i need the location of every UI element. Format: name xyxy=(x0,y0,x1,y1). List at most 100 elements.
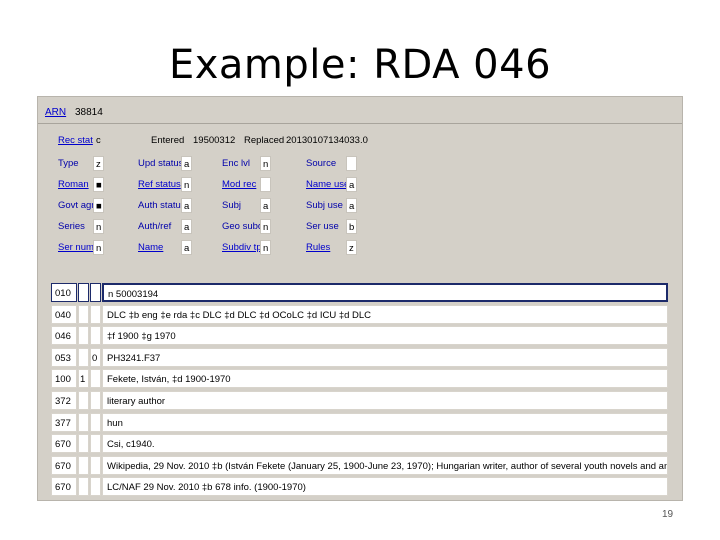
marc-tag-cell[interactable]: 100 xyxy=(51,369,77,389)
fixed-field-label: Subj use xyxy=(306,200,343,211)
marc-indicator1-cell[interactable] xyxy=(78,477,89,497)
fixed-field-value[interactable]: n xyxy=(260,219,271,234)
marc-indicator2-cell[interactable] xyxy=(90,412,101,432)
marc-tag-cell[interactable]: 670 xyxy=(51,477,77,497)
fixed-field-label: Auth status xyxy=(138,200,186,211)
marc-field-row: 010 n 50003194 xyxy=(51,283,668,304)
marc-indicator1-cell[interactable] xyxy=(78,434,89,454)
marc-field-row: 670 Csi, c1940. xyxy=(51,434,668,455)
arn-bar: ARN 38814 xyxy=(38,97,682,124)
fixed-field-value[interactable]: n xyxy=(93,240,104,255)
marc-indicator2-cell[interactable] xyxy=(90,455,101,475)
marc-field-row: 670 Wikipedia, 29 Nov. 2010 ‡b (István Fe… xyxy=(51,455,668,477)
marc-field-content-cell[interactable]: DLC ‡b eng ‡e rda ‡c DLC ‡d DLC ‡d OCoLC… xyxy=(102,304,668,324)
fixed-field-value[interactable]: ■ xyxy=(93,177,104,192)
fixed-field-value[interactable]: b xyxy=(346,219,357,234)
fixed-field-label[interactable]: Mod rec xyxy=(222,179,256,190)
marc-tag-cell[interactable]: 046 xyxy=(51,326,77,346)
fixed-field-value[interactable] xyxy=(346,156,357,171)
marc-indicator1-cell[interactable] xyxy=(78,455,89,475)
fixed-field-label: Auth/ref xyxy=(138,221,172,232)
marc-field-row: 040 DLC ‡b eng ‡e rda ‡c DLC ‡d DLC ‡d OC… xyxy=(51,304,668,326)
fixed-field-value[interactable]: a xyxy=(181,156,192,171)
marc-field-row: 100 1 Fekete, István, ‡d 1900-1970 xyxy=(51,369,668,390)
marc-indicator1-cell[interactable]: 1 xyxy=(78,369,89,389)
fixed-field-value[interactable]: n xyxy=(260,156,271,171)
marc-tag-cell[interactable]: 377 xyxy=(51,412,77,432)
fixed-field-value[interactable]: a xyxy=(181,240,192,255)
fixed-field-value[interactable]: a xyxy=(181,198,192,213)
entered-label: Entered xyxy=(151,135,185,146)
marc-indicator2-cell[interactable] xyxy=(90,369,101,389)
marc-tag-cell[interactable]: 040 xyxy=(51,304,77,324)
fixed-field-label: Ser use xyxy=(306,221,339,232)
fixed-field-label[interactable]: Subdiv tp xyxy=(222,242,262,253)
marc-indicator1-cell[interactable] xyxy=(78,326,89,346)
marc-indicator1-cell[interactable] xyxy=(78,390,89,410)
marc-tag-cell[interactable]: 670 xyxy=(51,455,77,475)
fixed-field-value[interactable]: a xyxy=(260,198,271,213)
marc-field-content-cell[interactable]: LC/NAF 29 Nov. 2010 ‡b 678 info. (1900-1… xyxy=(102,477,668,497)
fixed-field-value[interactable]: n xyxy=(181,177,192,192)
marc-indicator2-cell[interactable] xyxy=(90,390,101,410)
fixed-field-label: Source xyxy=(306,158,337,169)
arn-link[interactable]: ARN xyxy=(45,107,66,118)
marc-tag-cell[interactable]: 670 xyxy=(51,434,77,454)
fixed-field-label: Subj xyxy=(222,200,242,211)
fixed-field-label[interactable]: Rules xyxy=(306,242,330,253)
fixed-field-value[interactable]: a xyxy=(346,177,357,192)
marc-field-row: 377 hun xyxy=(51,412,668,434)
arn-value: 38814 xyxy=(75,107,103,118)
fixed-field-value[interactable]: n xyxy=(260,240,271,255)
rec-stat-link[interactable]: Rec stat xyxy=(58,135,93,146)
fixed-field-value[interactable]: a xyxy=(181,219,192,234)
marc-field-content-cell[interactable]: literary author xyxy=(102,390,668,410)
fixed-field-value[interactable]: n xyxy=(93,219,104,234)
replaced-value: 20130107134033.0 xyxy=(286,135,368,146)
fixed-field-label[interactable]: Ser num xyxy=(58,242,94,253)
fixed-field-value[interactable]: z xyxy=(346,240,357,255)
variable-fields-list: 010 n 50003194 040 DLC ‡b eng ‡e rda ‡c DLC… xyxy=(51,283,668,499)
marc-indicator2-cell[interactable]: 0 xyxy=(90,347,101,367)
fixed-field-value[interactable]: ■ xyxy=(93,198,104,213)
fixed-field-value[interactable] xyxy=(260,177,271,192)
marc-tag-cell[interactable]: 053 xyxy=(51,347,77,367)
page-number: 19 xyxy=(662,509,674,520)
fixed-field-label: Enc lvl xyxy=(222,158,250,169)
marc-indicator2-cell[interactable] xyxy=(90,283,101,302)
marc-tag-cell[interactable]: 010 xyxy=(51,283,77,302)
marc-field-content-cell[interactable]: ‡f 1900 ‡g 1970 xyxy=(102,326,668,346)
marc-field-row: 046 ‡f 1900 ‡g 1970 xyxy=(51,326,668,347)
marc-indicator1-cell[interactable] xyxy=(78,304,89,324)
marc-indicator2-cell[interactable] xyxy=(90,434,101,454)
marc-field-row: 053 0 PH3241.F37 xyxy=(51,347,668,369)
slide-title: Example: RDA 046 xyxy=(168,42,552,88)
fixed-field-label[interactable]: Ref status xyxy=(138,179,181,190)
fixed-fields-panel: Rec stat c Entered 19500312 Replaced 201… xyxy=(38,123,682,263)
marc-indicator1-cell[interactable] xyxy=(78,283,89,302)
marc-field-content-cell[interactable]: Wikipedia, 29 Nov. 2010 ‡b (István Feket… xyxy=(102,455,668,475)
entered-value: 19500312 xyxy=(193,135,236,146)
fixed-field-label[interactable]: Roman xyxy=(58,179,89,190)
marc-indicator2-cell[interactable] xyxy=(90,304,101,324)
replaced-label: Replaced xyxy=(244,135,285,146)
marc-tag-cell[interactable]: 372 xyxy=(51,390,77,410)
fixed-field-value[interactable]: a xyxy=(346,198,357,213)
marc-field-content-cell[interactable]: n 50003194 xyxy=(102,283,668,302)
marc-field-content-cell[interactable]: hun xyxy=(102,412,668,432)
fixed-field-label[interactable]: Name use xyxy=(306,179,349,190)
fixed-field-value[interactable]: z xyxy=(93,156,104,171)
rec-stat-value: c xyxy=(96,135,101,146)
marc-field-content-cell[interactable]: PH3241.F37 xyxy=(102,347,668,367)
marc-field-row: 670 LC/NAF 29 Nov. 2010 ‡b 678 info. (190… xyxy=(51,477,668,498)
marc-indicator1-cell[interactable] xyxy=(78,412,89,432)
marc-indicator1-cell[interactable] xyxy=(78,347,89,367)
marc-indicator2-cell[interactable] xyxy=(90,326,101,346)
marc-field-content-cell[interactable]: Fekete, István, ‡d 1900-1970 xyxy=(102,369,668,389)
marc-field-content-cell[interactable]: Csi, c1940. xyxy=(102,434,668,454)
fixed-field-label[interactable]: Name xyxy=(138,242,163,253)
fixed-field-label: Geo subd xyxy=(222,221,264,232)
marc-indicator2-cell[interactable] xyxy=(90,477,101,497)
fixed-field-label: Govt agn xyxy=(58,200,97,211)
marc-field-row: 372 literary author xyxy=(51,390,668,412)
